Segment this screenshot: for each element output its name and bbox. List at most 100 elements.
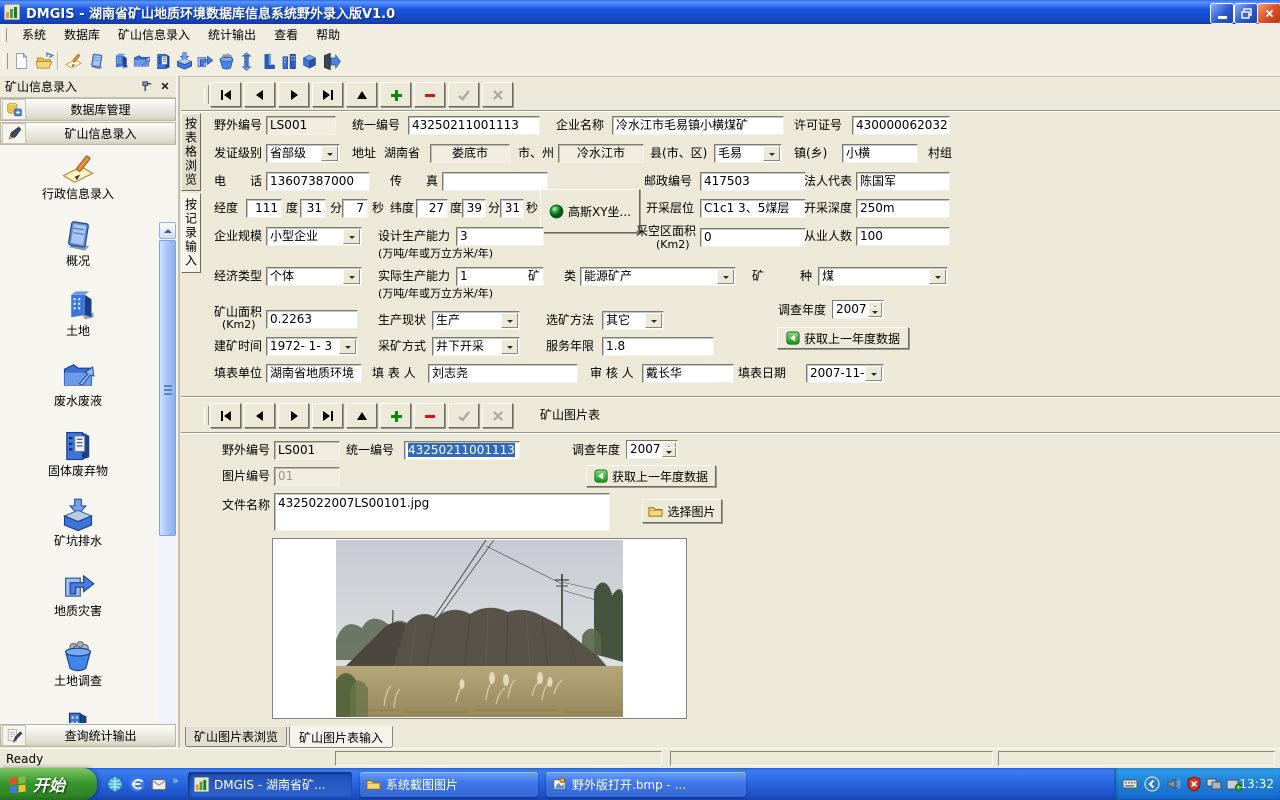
fill-person-input[interactable]: 刘志尧 [428,364,578,383]
recycle-icon[interactable] [193,50,215,72]
column-icon[interactable] [257,50,279,72]
pic-nav-post-button[interactable] [448,403,479,428]
scroll-thumb[interactable] [159,240,176,536]
pic-nav-last-button[interactable] [312,403,343,428]
nav-post-button[interactable] [448,82,479,107]
language-bar-icon[interactable] [1144,776,1160,792]
lat-deg-input[interactable]: 27 [416,199,448,218]
county-select[interactable]: 毛易 [714,144,782,163]
town-input[interactable]: 小横 [842,144,918,163]
mine-area-input[interactable]: 0.2263 [266,310,358,329]
built-time-select[interactable]: 1972- 1- 3 [266,337,358,356]
nav-delete-button[interactable] [414,82,445,107]
bucket-icon[interactable] [215,50,237,72]
close-panel-icon[interactable] [160,81,170,91]
pic-nav-prev-button[interactable] [244,403,275,428]
pin-icon[interactable] [141,80,154,93]
tab-picture-browse[interactable]: 矿山图片表浏览 [185,727,287,747]
chevron-down-icon[interactable] [339,339,356,354]
chevron-down-icon[interactable] [645,313,662,328]
menu-view[interactable]: 查看 [265,24,307,46]
quicklaunch-ie-icon[interactable] [128,775,146,793]
fill-date-select[interactable]: 2007-11-13 [806,364,884,383]
folder-arrow-icon[interactable] [130,50,152,72]
chevron-down-icon[interactable] [343,269,360,284]
beneficiation-select[interactable]: 其它 [602,311,664,330]
security-shield-icon[interactable] [1186,776,1202,792]
sidebar-item-admin-entry[interactable]: 行政信息录入 [8,152,148,201]
lat-sec-input[interactable]: 31 [500,199,524,218]
new-file-icon[interactable] [10,50,32,72]
nav-first-button[interactable] [210,82,241,107]
quicklaunch-desktop-icon[interactable] [106,775,124,793]
pic-field-no-input[interactable]: LS001 [274,441,340,460]
pic-survey-year-spinner[interactable]: 2007 [626,440,678,459]
pic-nav-delete-button[interactable] [414,403,445,428]
chevron-down-icon[interactable] [321,146,338,161]
nav-next-button[interactable] [278,82,309,107]
nav-add-button[interactable] [380,82,411,107]
sidebar-item-partial[interactable] [8,709,148,723]
chevron-down-icon[interactable] [501,313,518,328]
menu-mine-info-entry[interactable]: 矿山信息录入 [109,24,199,46]
chevron-down-icon[interactable] [501,339,518,354]
sidebar-item-geo-hazard[interactable]: 地质灾害 [8,568,148,618]
fax-input[interactable] [442,172,548,191]
chevron-down-icon[interactable] [343,229,360,244]
quicklaunch-chevron-icon[interactable]: » [172,774,179,787]
pillar-icon[interactable] [235,50,257,72]
pic-nav-cancel-button[interactable] [482,403,513,428]
archive-box-icon[interactable] [298,50,320,72]
nav-refresh-button[interactable] [346,82,377,107]
nav-prev-button[interactable] [244,82,275,107]
pic-no-input[interactable]: 01 [274,467,340,486]
lon-deg-input[interactable]: 111 [246,199,282,218]
sidebar-item-solid-waste[interactable]: 固体废弃物 [8,428,148,478]
sidebar-group-database[interactable]: 数据库管理 [0,98,176,121]
pic-nav-add-button[interactable] [380,403,411,428]
buildings-icon[interactable] [278,50,300,72]
notebook-icon[interactable] [85,50,107,72]
chevron-down-icon[interactable] [929,269,946,284]
open-folder-icon[interactable] [33,50,55,72]
workers-input[interactable]: 100 [856,227,950,246]
pick-image-button[interactable]: 选择图片 [642,499,722,523]
building-icon[interactable] [108,50,130,72]
chevron-down-icon[interactable] [717,269,734,284]
file-name-input[interactable]: 4325022007LS00101.jpg [274,493,610,531]
mine-kind-select[interactable]: 煤 [818,267,948,286]
legal-rep-input[interactable]: 陈国军 [856,172,950,191]
spin-down-icon[interactable] [868,307,882,317]
production-status-select[interactable]: 生产 [432,311,520,330]
goaf-area-input[interactable]: 0 [700,228,806,247]
zip-input[interactable]: 417503 [700,172,806,191]
company-input[interactable]: 冷水江市毛易镇小横煤矿 [612,116,784,135]
sidebar-item-land[interactable]: 土地 [8,288,148,338]
nav-cancel-button[interactable] [482,82,513,107]
economy-type-select[interactable]: 个体 [266,267,362,286]
sidebar-scrollbar[interactable] [159,222,176,799]
pic-unified-no-input[interactable]: 43250211001113 [404,441,520,460]
scroll-up-button[interactable] [159,222,176,239]
chevron-down-icon[interactable] [763,146,780,161]
gauss-xy-button[interactable]: 高斯XY坐... [540,189,640,233]
unified-no-input[interactable]: 43250211001113 [408,116,540,135]
mining-layer-input[interactable]: C1c1 3、5煤层 [700,199,806,218]
get-prev-year-button[interactable]: 获取上一年度数据 [777,327,909,349]
mining-depth-input[interactable]: 250m [856,199,950,218]
enterprise-scale-select[interactable]: 小型企业 [266,227,362,246]
sidebar-item-wastewater[interactable]: 废水废液 [8,358,148,408]
menu-system[interactable]: 系统 [13,24,55,46]
start-button[interactable]: 开始 [0,768,97,800]
service-years-input[interactable]: 1.8 [602,337,714,356]
pic-get-prev-year-button[interactable]: 获取上一年度数据 [586,465,716,487]
edit-note-icon[interactable] [62,50,84,72]
taskbar-window-dmgis[interactable]: DMGIS - 湖南省矿... [188,772,352,797]
tab-picture-entry[interactable]: 矿山图片表输入 [289,726,393,748]
cabinet-icon[interactable] [152,50,174,72]
survey-year-spinner[interactable]: 2007 [832,300,884,319]
taskbar-window-folder[interactable]: 系统截图图片 [360,772,538,797]
nav-last-button[interactable] [312,82,343,107]
minimize-button[interactable] [1210,3,1234,24]
tab-record-entry[interactable]: 按记录输入 [181,193,201,273]
